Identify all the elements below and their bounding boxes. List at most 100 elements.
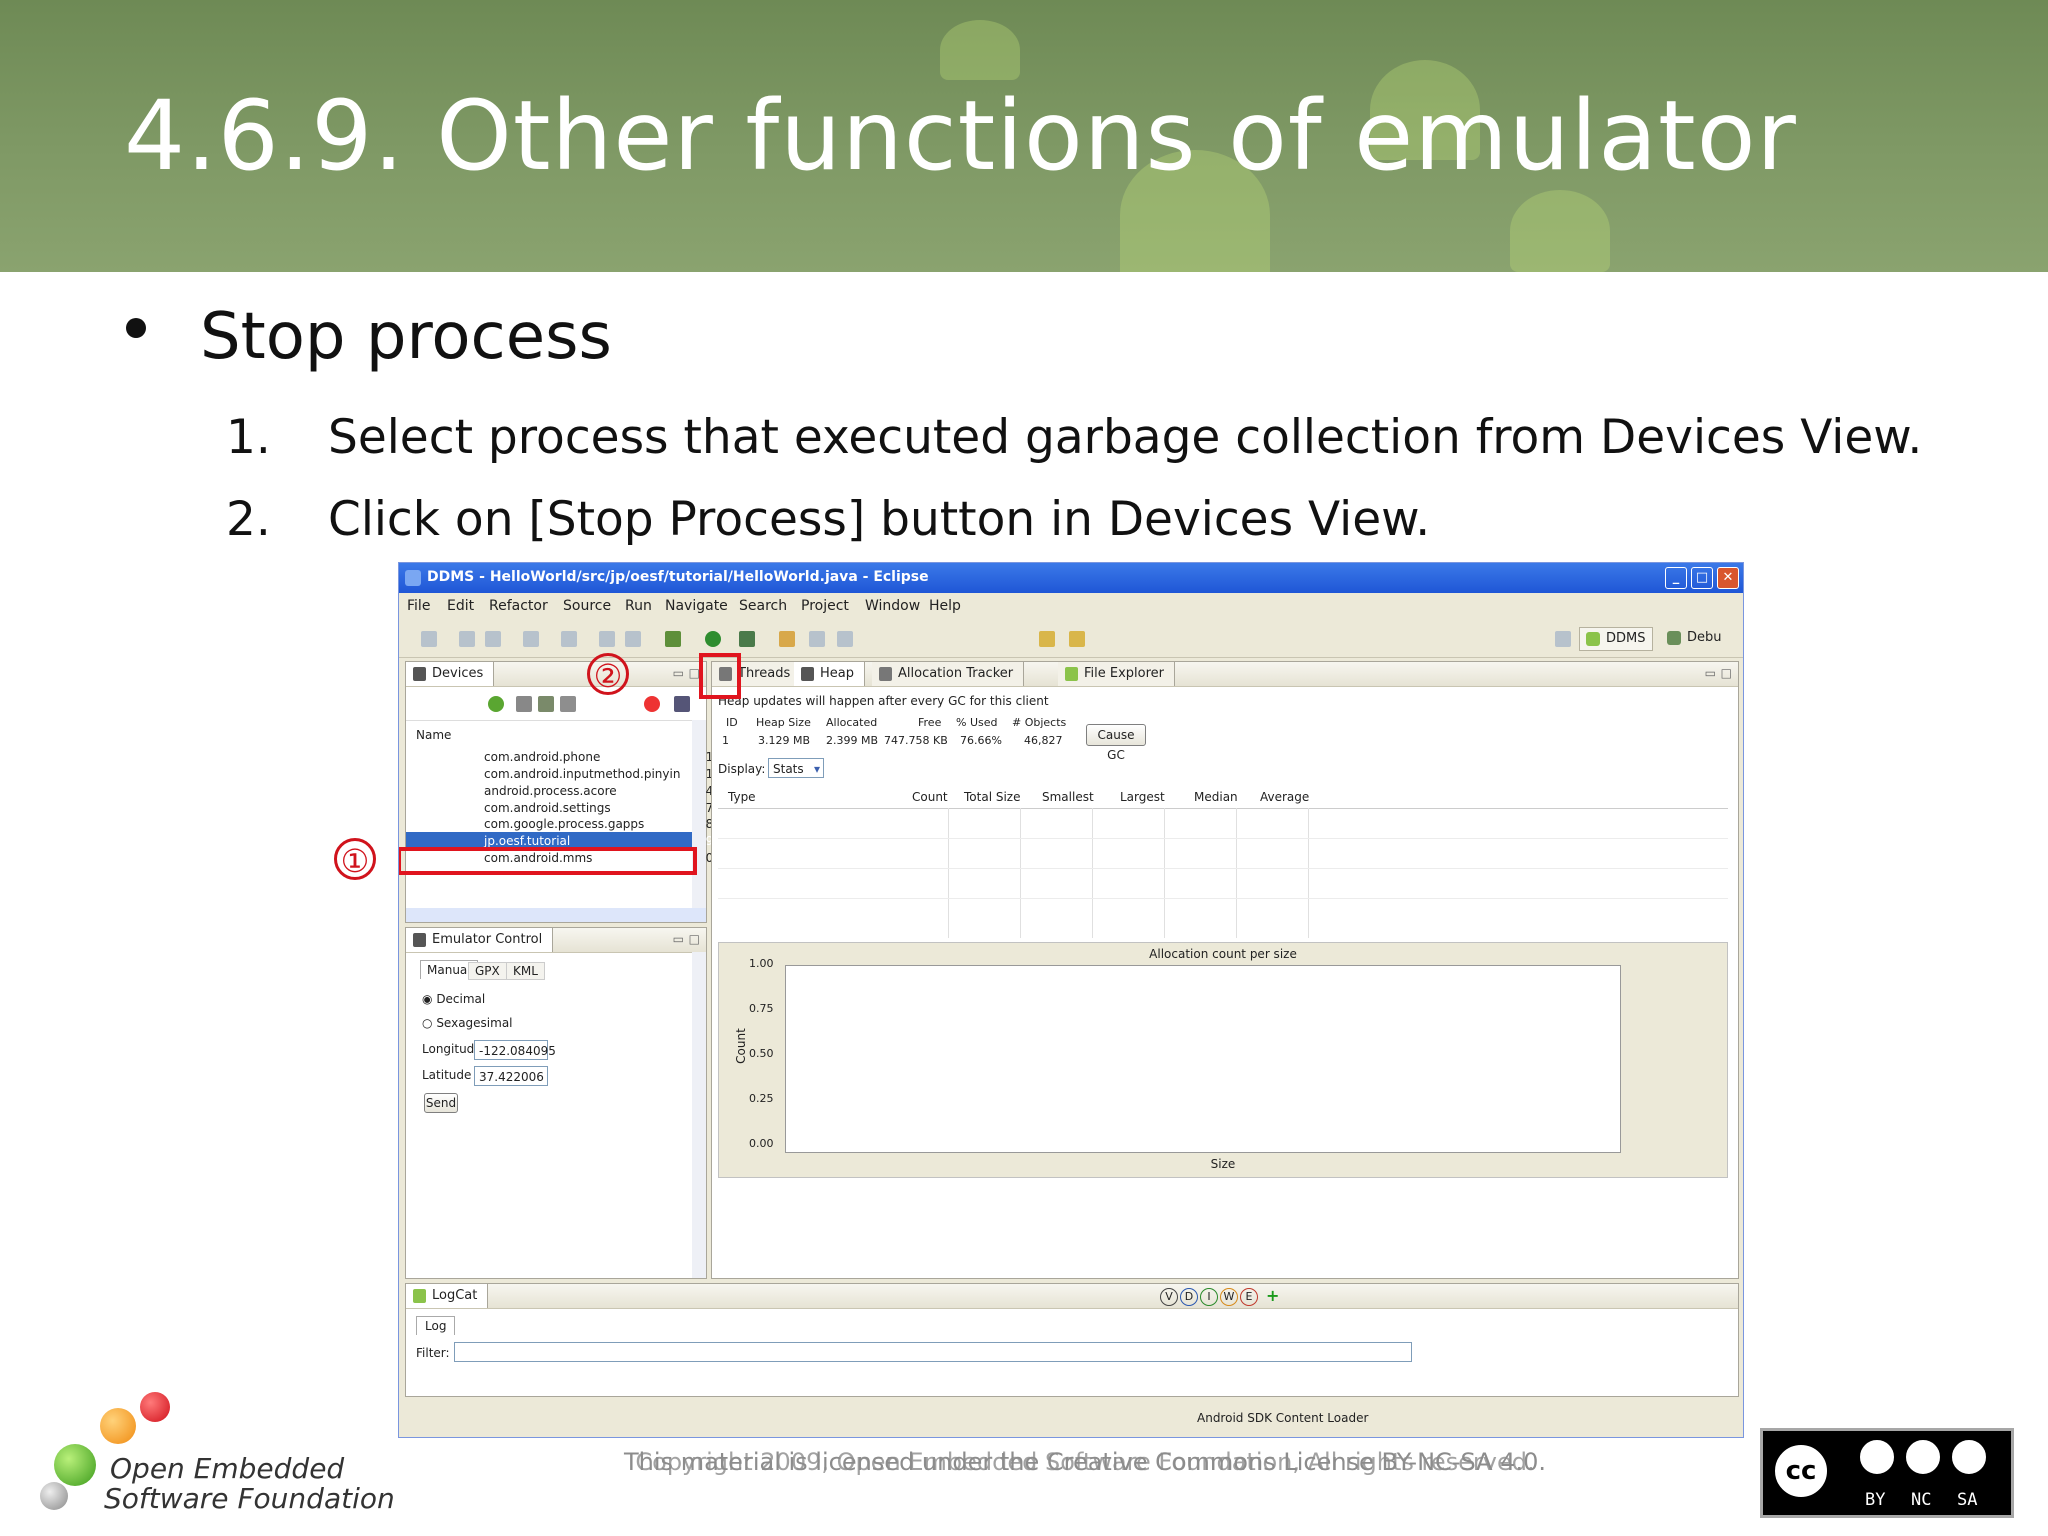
level-debug-icon[interactable]: D bbox=[1180, 1288, 1198, 1306]
level-warn-icon[interactable]: W bbox=[1220, 1288, 1238, 1306]
menu-refactor[interactable]: Refactor bbox=[489, 598, 548, 614]
external-tools-icon[interactable] bbox=[739, 631, 755, 647]
class-icon[interactable] bbox=[625, 631, 641, 647]
open-type-icon[interactable] bbox=[779, 631, 795, 647]
tab-file-explorer[interactable]: File Explorer bbox=[1058, 662, 1176, 686]
menu-edit[interactable]: Edit bbox=[447, 598, 474, 614]
print-icon[interactable] bbox=[523, 631, 539, 647]
stats-table-header: Type Count Total Size Smallest Largest M… bbox=[718, 786, 1728, 809]
radio-decimal[interactable]: ◉ Decimal bbox=[422, 992, 485, 1006]
slide-title: 4.6.9. Other functions of emulator bbox=[124, 80, 1797, 192]
vertical-scrollbar[interactable] bbox=[692, 952, 706, 1278]
maximize-button[interactable]: □ bbox=[1691, 567, 1713, 589]
send-button[interactable]: Send bbox=[424, 1093, 458, 1113]
radio-sexagesimal-label: Sexagesimal bbox=[436, 1016, 513, 1030]
open-perspective-icon[interactable] bbox=[1555, 631, 1571, 647]
header-id: ID bbox=[726, 716, 738, 729]
devices-view: Devices ▭ □ Name com.android.phone 119 c… bbox=[405, 661, 721, 923]
subtab-kml[interactable]: KML bbox=[506, 962, 545, 980]
process-name: com.android.settings bbox=[484, 801, 611, 815]
maximize-view-icon[interactable]: □ bbox=[1721, 666, 1732, 680]
search-icon[interactable] bbox=[809, 631, 825, 647]
save-icon[interactable] bbox=[459, 631, 475, 647]
tab-allocation-tracker[interactable]: Allocation Tracker bbox=[872, 662, 1025, 686]
menu-run[interactable]: Run bbox=[625, 598, 652, 614]
save-all-icon[interactable] bbox=[485, 631, 501, 647]
filter-input[interactable] bbox=[454, 1342, 1412, 1362]
cause-gc-button[interactable]: Cause GC bbox=[1086, 724, 1146, 762]
annotation-icon[interactable] bbox=[837, 631, 853, 647]
lock-icon[interactable] bbox=[561, 631, 577, 647]
minimize-view-icon[interactable]: ▭ bbox=[673, 666, 684, 680]
horizontal-scrollbar[interactable] bbox=[406, 908, 706, 922]
list-item[interactable]: com.android.settings bbox=[484, 801, 611, 815]
tab-heap[interactable]: Heap bbox=[794, 662, 865, 686]
level-verbose-icon[interactable]: V bbox=[1160, 1288, 1178, 1306]
minimize-view-icon[interactable]: ▭ bbox=[1705, 666, 1716, 680]
status-bar: Android SDK Content Loader bbox=[399, 1401, 1743, 1435]
cause-gc-icon[interactable] bbox=[560, 696, 576, 712]
perspective-debug[interactable]: Debu bbox=[1661, 627, 1728, 649]
tab-devices[interactable]: Devices bbox=[406, 662, 495, 686]
list-item[interactable]: android.process.acore bbox=[484, 784, 617, 798]
list-item[interactable]: com.android.inputmethod.pinyin bbox=[484, 767, 680, 781]
back-icon[interactable] bbox=[1039, 631, 1055, 647]
longitude-field[interactable]: -122.084095 bbox=[474, 1040, 556, 1060]
maximize-view-icon[interactable]: □ bbox=[689, 932, 700, 946]
process-name: com.android.inputmethod.pinyin bbox=[484, 767, 681, 781]
main-toolbar: DDMS Debu bbox=[399, 619, 1743, 658]
minimize-view-icon[interactable]: ▭ bbox=[673, 932, 684, 946]
package-icon[interactable] bbox=[599, 631, 615, 647]
dump-hprof-icon[interactable] bbox=[538, 696, 554, 712]
run-icon[interactable] bbox=[705, 631, 721, 647]
close-button[interactable]: ✕ bbox=[1717, 567, 1739, 589]
minimize-button[interactable]: _ bbox=[1665, 567, 1687, 589]
bug-icon bbox=[1667, 631, 1681, 645]
window-title: DDMS - HelloWorld/src/jp/oesf/tutorial/H… bbox=[427, 569, 929, 585]
level-info-icon[interactable]: I bbox=[1200, 1288, 1218, 1306]
stop-process-icon[interactable] bbox=[644, 696, 660, 712]
android-watermark bbox=[940, 20, 1020, 80]
screen-capture-icon[interactable] bbox=[674, 696, 690, 712]
list-item[interactable]: com.android.phone bbox=[484, 750, 600, 764]
bullet-icon bbox=[126, 318, 146, 338]
menu-help[interactable]: Help bbox=[929, 598, 961, 614]
tab-emulator-control[interactable]: Emulator Control bbox=[406, 928, 554, 952]
list-item[interactable]: com.google.process.gapps bbox=[484, 817, 644, 831]
cc-terms-bar: BY NC SA bbox=[1845, 1487, 2005, 1513]
menu-file[interactable]: File bbox=[407, 598, 430, 614]
grid-line bbox=[1164, 808, 1165, 938]
new-icon[interactable] bbox=[421, 631, 437, 647]
display-select[interactable]: Stats ▾ bbox=[768, 758, 824, 778]
menu-source[interactable]: Source bbox=[563, 598, 611, 614]
step-number: 1. bbox=[226, 410, 271, 465]
cc-term-by: BY bbox=[1865, 1490, 1886, 1510]
grid-line bbox=[718, 838, 1728, 839]
vertical-scrollbar[interactable] bbox=[692, 720, 706, 910]
subtab-log[interactable]: Log bbox=[416, 1316, 456, 1335]
debug-process-icon[interactable] bbox=[488, 696, 504, 712]
menu-navigate[interactable]: Navigate bbox=[665, 598, 728, 614]
perspective-ddms-label: DDMS bbox=[1606, 631, 1646, 646]
devices-view-header: Devices ▭ □ bbox=[406, 662, 706, 687]
subtab-gpx[interactable]: GPX bbox=[468, 962, 507, 980]
update-heap-icon[interactable] bbox=[516, 696, 532, 712]
radio-sexagesimal[interactable]: ○ Sexagesimal bbox=[422, 1016, 513, 1030]
menu-search[interactable]: Search bbox=[739, 598, 787, 614]
process-name: com.google.process.gapps bbox=[484, 817, 645, 831]
radio-checked-icon: ◉ bbox=[422, 992, 433, 1006]
debug-icon[interactable] bbox=[665, 631, 681, 647]
menu-project[interactable]: Project bbox=[801, 598, 849, 614]
level-error-icon[interactable]: E bbox=[1240, 1288, 1258, 1306]
latitude-field[interactable]: 37.422006 bbox=[474, 1066, 548, 1086]
header-objects: # Objects bbox=[1012, 716, 1067, 729]
nc-icon bbox=[1903, 1437, 1943, 1477]
menu-window[interactable]: Window bbox=[865, 598, 920, 614]
tab-allocation-label: Allocation Tracker bbox=[898, 666, 1014, 681]
add-filter-icon[interactable]: + bbox=[1266, 1286, 1279, 1305]
perspective-ddms[interactable]: DDMS bbox=[1579, 627, 1653, 651]
logo-ball-orange bbox=[100, 1408, 136, 1444]
forward-icon[interactable] bbox=[1069, 631, 1085, 647]
value-free: 747.758 KB bbox=[884, 734, 948, 747]
tab-logcat[interactable]: LogCat bbox=[406, 1284, 489, 1308]
